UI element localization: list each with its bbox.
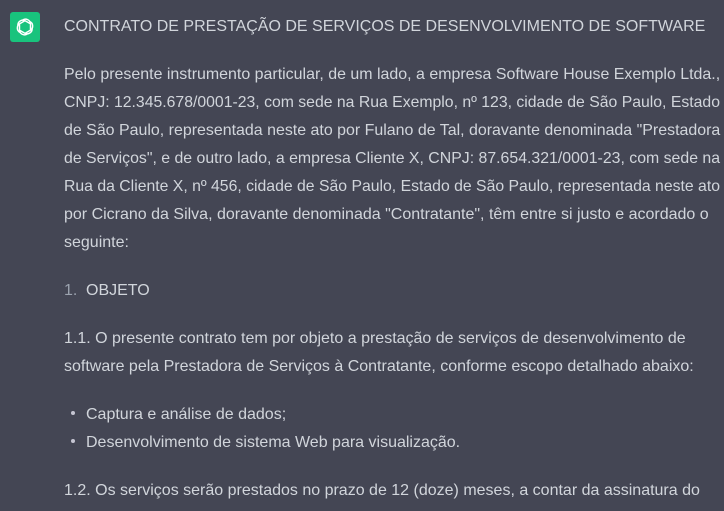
contract-title: CONTRATO DE PRESTAÇÃO DE SERVIÇOS DE DES… (64, 18, 706, 35)
intro-line: de Serviços", e de outro lado, a empresa… (64, 150, 721, 167)
intro-line: Rua da Cliente X, nº 456, cidade de São … (64, 178, 721, 195)
assistant-avatar (10, 12, 40, 42)
clause-line: software pela Prestadora de Serviços à C… (64, 358, 694, 375)
openai-logo-icon (16, 18, 34, 36)
clause-line: 1.1. O presente contrato tem por objeto … (64, 330, 686, 347)
intro-line: seguinte: (64, 234, 129, 251)
section-number: 1. (64, 282, 78, 299)
intro-line: de São Paulo, representada neste ato por… (64, 122, 721, 139)
list-item: Captura e análise de dados; (86, 406, 287, 423)
intro-line: CNPJ: 12.345.678/0001-23, com sede na Ru… (64, 94, 720, 111)
bullet-marker (71, 411, 75, 415)
clause-line: 1.2. Os serviços serão prestados no praz… (64, 482, 700, 499)
intro-line: por Cicrano da Silva, doravante denomina… (64, 206, 709, 223)
intro-line: Pelo presente instrumento particular, de… (64, 66, 721, 83)
list-item: Desenvolvimento de sistema Web para visu… (86, 434, 461, 451)
bullet-marker (71, 439, 75, 443)
section-heading: OBJETO (86, 282, 150, 299)
